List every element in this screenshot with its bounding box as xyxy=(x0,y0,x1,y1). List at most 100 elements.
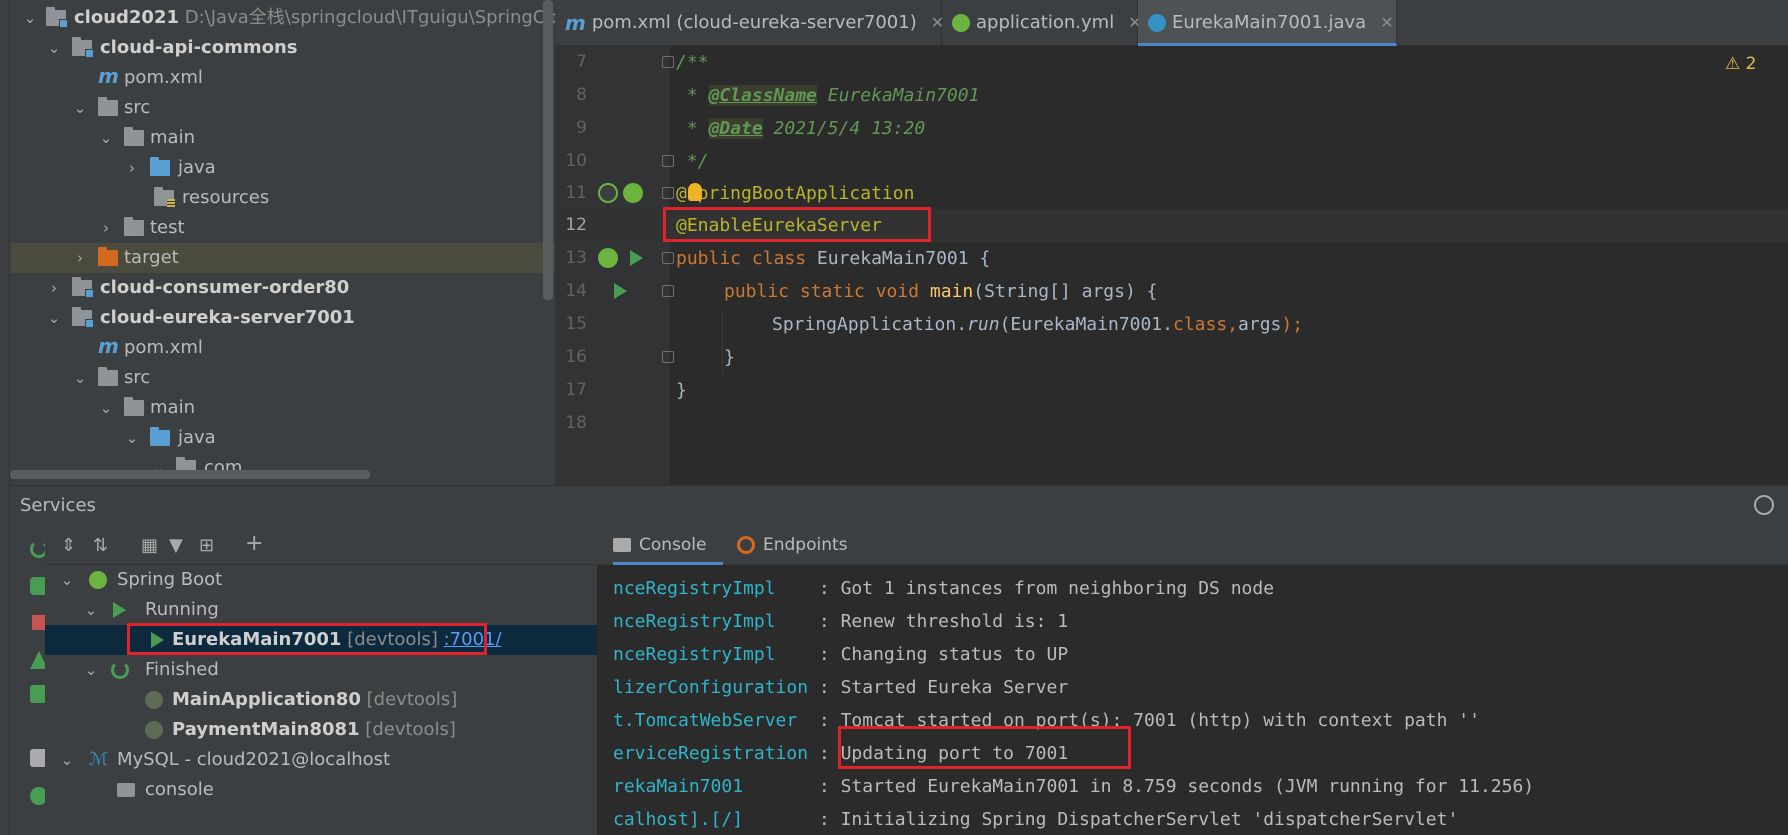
chevron-down-icon[interactable]: ⌄ xyxy=(46,33,62,63)
chevron-right-icon[interactable]: › xyxy=(124,153,140,183)
tab-label: Console xyxy=(639,535,707,555)
services-mysql[interactable]: ⌄ ℳ MySQL - cloud2021@localhost xyxy=(45,745,597,775)
left-tool-strip xyxy=(0,0,10,835)
tree-item-pom-xml[interactable]: m pom.xml xyxy=(10,333,555,363)
tree-item-label: test xyxy=(150,217,185,238)
endpoints-icon xyxy=(737,536,755,554)
chevron-down-icon[interactable]: ⌄ xyxy=(59,745,75,775)
tree-vertical-scrollbar[interactable] xyxy=(543,0,553,300)
tree-item-label: java xyxy=(178,157,216,178)
folder-icon xyxy=(98,367,118,386)
tree-item-test[interactable]: › test xyxy=(10,213,555,243)
chevron-right-icon[interactable]: › xyxy=(98,213,114,243)
services-finished-app[interactable]: MainApplication80 [devtools] xyxy=(45,685,597,715)
ide-window: ⌄ cloud2021 D:\Java全栈\springcloud\ITguig… xyxy=(0,0,1788,835)
tree-item-pom-xml[interactable]: m pom.xml xyxy=(10,63,555,93)
line-number: 11 xyxy=(565,183,587,203)
tree-item-label: src xyxy=(124,97,151,118)
spring-bean-icon[interactable] xyxy=(598,248,618,268)
source-folder-icon xyxy=(150,427,170,446)
tree-item-label: java xyxy=(178,427,216,448)
mysql-icon: ℳ xyxy=(89,749,109,770)
console-tab-bar: Console Endpoints xyxy=(597,525,1788,565)
tree-item-src[interactable]: ⌄ src xyxy=(10,363,555,393)
chevron-down-icon[interactable]: ⌄ xyxy=(83,655,99,685)
fold-marker-icon[interactable] xyxy=(662,56,674,68)
spring-boot-icon xyxy=(89,571,107,589)
tree-item-target[interactable]: › target xyxy=(10,243,555,273)
new-tab-icon[interactable]: ⊞ xyxy=(199,535,214,556)
tree-horizontal-scrollbar[interactable] xyxy=(10,470,370,479)
tree-item-resources[interactable]: resources xyxy=(10,183,555,213)
folder-icon xyxy=(124,217,144,236)
rerun-icon xyxy=(111,661,129,679)
bean-search-icon[interactable] xyxy=(598,183,618,203)
tree-item-java[interactable]: ⌄ java xyxy=(10,423,555,453)
fold-marker-icon[interactable] xyxy=(662,187,674,199)
tree-item-cloud-eureka-server7001[interactable]: ⌄ cloud-eureka-server7001 xyxy=(10,303,555,333)
chevron-down-icon[interactable]: ⌄ xyxy=(72,363,88,393)
services-running[interactable]: ⌄ Running xyxy=(45,595,597,625)
service-item-label: console xyxy=(145,779,214,800)
code-line-15: SpringApplication.run(EurekaMain7001.cla… xyxy=(772,314,1304,335)
close-icon[interactable]: ✕ xyxy=(1380,13,1393,32)
tree-item-cloud-consumer-order80[interactable]: › cloud-consumer-order80 xyxy=(10,273,555,303)
chevron-down-icon[interactable]: ⌄ xyxy=(83,595,99,625)
resources-folder-icon xyxy=(154,187,175,207)
tab-application-yml[interactable]: application.yml ✕ xyxy=(942,0,1142,46)
tab-label: Endpoints xyxy=(763,535,848,555)
intention-bulb-icon[interactable] xyxy=(688,183,702,201)
tree-root-cloud2021[interactable]: ⌄ cloud2021 D:\Java全栈\springcloud\ITguig… xyxy=(10,3,555,33)
run-icon[interactable] xyxy=(630,250,643,266)
collapse-all-icon[interactable]: ⇅ xyxy=(93,535,108,556)
expand-all-icon[interactable]: ⇕ xyxy=(61,535,76,556)
services-spring-boot[interactable]: ⌄ Spring Boot xyxy=(45,565,597,595)
javadoc-tag: @Date xyxy=(708,118,763,139)
warning-badge[interactable]: ⚠ 2 xyxy=(1725,54,1756,74)
filter-icon[interactable]: ▼ xyxy=(169,535,183,556)
tree-item-main[interactable]: ⌄ main xyxy=(10,123,555,153)
tree-item-main[interactable]: ⌄ main xyxy=(10,393,555,423)
chevron-down-icon[interactable]: ⌄ xyxy=(98,393,114,423)
app-tag: [devtools] xyxy=(366,689,458,710)
maven-icon: m xyxy=(98,64,119,88)
add-service-icon[interactable]: + xyxy=(245,531,263,556)
services-finished-app[interactable]: PaymentMain8081 [devtools] xyxy=(45,715,597,745)
code-line-10: */ xyxy=(676,151,709,172)
code-line-11: @SpringBootApplication xyxy=(676,183,915,204)
tree-item-java[interactable]: › java xyxy=(10,153,555,183)
line-number: 18 xyxy=(565,413,587,433)
chevron-down-icon[interactable]: ⌄ xyxy=(22,3,38,33)
chevron-right-icon[interactable]: › xyxy=(46,273,62,303)
tree-item-label: cloud-api-commons xyxy=(100,37,298,58)
service-group-label: Running xyxy=(145,599,219,620)
fold-marker-icon[interactable] xyxy=(662,285,674,297)
chevron-down-icon[interactable]: ⌄ xyxy=(59,565,75,595)
tree-item-cloud-api-commons[interactable]: ⌄ cloud-api-commons xyxy=(10,33,555,63)
services-console[interactable]: console xyxy=(45,775,597,805)
settings-gear-icon[interactable] xyxy=(1754,495,1774,515)
group-by-icon[interactable]: ▦ xyxy=(141,535,158,556)
java-class-icon xyxy=(1148,14,1166,32)
services-finished[interactable]: ⌄ Finished xyxy=(45,655,597,685)
fold-marker-icon[interactable] xyxy=(662,351,674,363)
run-icon[interactable] xyxy=(614,283,627,299)
tab-eurekamain7001-java[interactable]: EurekaMain7001.java ✕ xyxy=(1138,0,1397,46)
chevron-right-icon[interactable]: › xyxy=(72,243,88,273)
chevron-down-icon[interactable]: ⌄ xyxy=(124,423,140,453)
tree-item-src[interactable]: ⌄ src xyxy=(10,93,555,123)
chevron-down-icon[interactable]: ⌄ xyxy=(46,303,62,333)
console-icon xyxy=(117,783,135,797)
fold-marker-icon[interactable] xyxy=(662,155,674,167)
tab-console[interactable]: Console xyxy=(613,525,723,565)
tab-endpoints[interactable]: Endpoints xyxy=(737,525,857,565)
console-icon xyxy=(613,538,631,552)
chevron-down-icon[interactable]: ⌄ xyxy=(72,93,88,123)
services-header: Services xyxy=(10,485,1788,525)
chevron-down-icon[interactable]: ⌄ xyxy=(98,123,114,153)
tree-item-label: cloud-consumer-order80 xyxy=(100,277,350,298)
folder-icon xyxy=(124,397,144,416)
tab-pom-xml[interactable]: m pom.xml (cloud-eureka-server7001) ✕ xyxy=(555,0,944,46)
spring-bean-icon[interactable] xyxy=(623,183,643,203)
fold-marker-icon[interactable] xyxy=(662,252,674,264)
